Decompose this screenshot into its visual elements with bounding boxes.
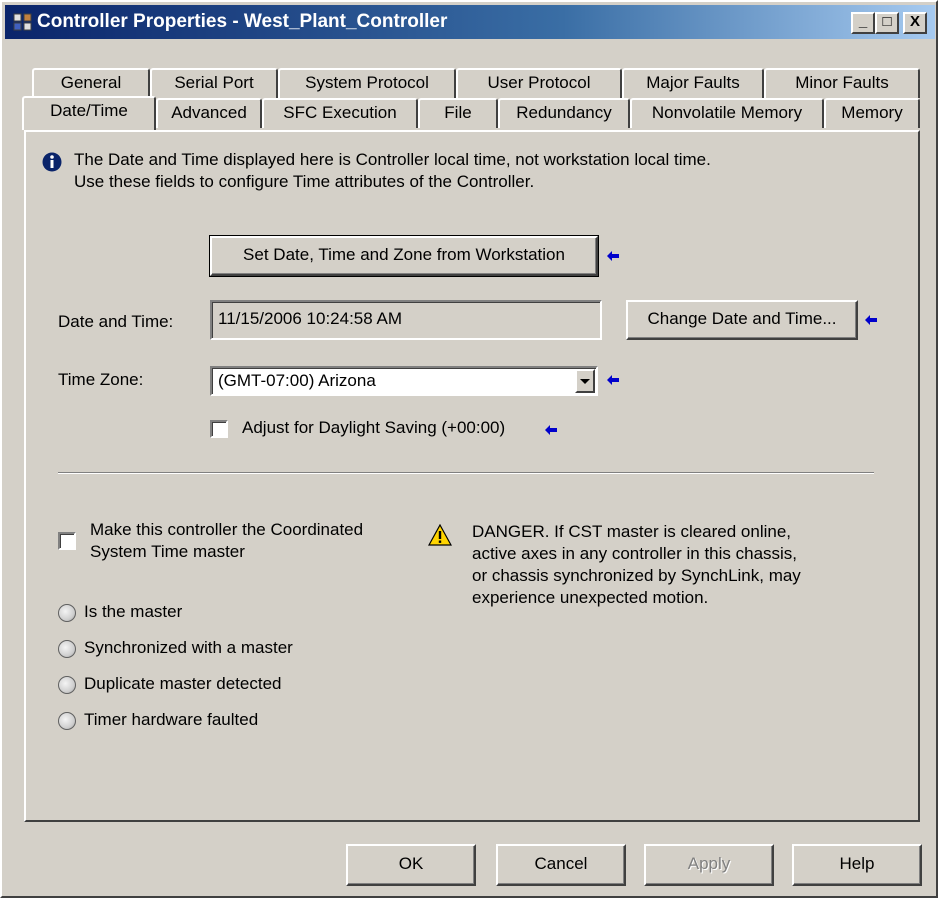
controller-properties-dialog: Controller Properties - West_Plant_Contr… — [0, 0, 938, 898]
date-time-panel: The Date and Time displayed here is Cont… — [24, 130, 920, 822]
danger-text-line3: or chassis synchronized by SynchLink, ma… — [472, 566, 801, 585]
tab-date-time[interactable]: Date/Time — [22, 96, 156, 130]
synchronized-indicator — [58, 640, 76, 658]
date-time-label: Date and Time: — [58, 312, 174, 331]
tab-sfc-execution[interactable]: SFC Execution — [262, 98, 418, 128]
apply-button[interactable]: Apply — [644, 844, 774, 886]
minimize-button[interactable]: _ — [851, 12, 875, 34]
daylight-saving-label: Adjust for Daylight Saving (+00:00) — [242, 418, 506, 437]
cst-master-label-line1: Make this controller the Coordinated — [90, 520, 364, 539]
time-zone-select[interactable]: (GMT-07:00) Arizona — [210, 366, 598, 396]
help-button[interactable]: Help — [792, 844, 922, 886]
synchronized-label: Synchronized with a master — [84, 638, 293, 657]
tab-memory[interactable]: Memory — [824, 98, 920, 128]
cst-master-label-line2: System Time master — [90, 542, 245, 561]
info-icon — [42, 152, 62, 172]
pointer-arrow-icon — [865, 315, 877, 325]
pointer-arrow-icon — [607, 251, 619, 261]
duplicate-master-indicator — [58, 676, 76, 694]
set-from-workstation-button[interactable]: Set Date, Time and Zone from Workstation — [209, 235, 599, 277]
tab-serial-port[interactable]: Serial Port — [150, 68, 278, 98]
tab-file[interactable]: File — [418, 98, 498, 128]
timer-faulted-indicator — [58, 712, 76, 730]
tab-advanced[interactable]: Advanced — [156, 98, 262, 128]
separator — [58, 472, 874, 474]
tab-row-front: Date/Time Advanced SFC Execution File Re… — [22, 96, 920, 130]
is-master-label: Is the master — [84, 602, 183, 621]
timer-faulted-label: Timer hardware faulted — [84, 710, 259, 729]
time-zone-label: Time Zone: — [58, 370, 144, 389]
cst-master-checkbox[interactable] — [58, 532, 76, 550]
tab-nonvolatile-memory[interactable]: Nonvolatile Memory — [630, 98, 824, 128]
info-text-line1: The Date and Time displayed here is Cont… — [74, 150, 711, 169]
tab-major-faults[interactable]: Major Faults — [622, 68, 764, 98]
chevron-down-icon — [580, 379, 590, 384]
tab-general[interactable]: General — [32, 68, 150, 98]
controller-app-icon — [13, 13, 32, 31]
duplicate-master-label: Duplicate master detected — [84, 674, 282, 693]
pointer-arrow-icon — [607, 375, 619, 385]
daylight-saving-checkbox[interactable] — [210, 420, 228, 438]
warning-icon — [428, 524, 452, 546]
ok-button[interactable]: OK — [346, 844, 476, 886]
info-text-line2: Use these fields to configure Time attri… — [74, 172, 535, 191]
tab-minor-faults[interactable]: Minor Faults — [764, 68, 920, 98]
tab-redundancy[interactable]: Redundancy — [498, 98, 630, 128]
danger-text-line1: DANGER. If CST master is cleared online, — [472, 522, 792, 541]
cancel-button[interactable]: Cancel — [496, 844, 626, 886]
danger-text-line2: active axes in any controller in this ch… — [472, 544, 798, 563]
tab-user-protocol[interactable]: User Protocol — [456, 68, 622, 98]
maximize-button[interactable]: □ — [875, 12, 899, 34]
window-title: Controller Properties - West_Plant_Contr… — [37, 11, 448, 32]
dropdown-button[interactable] — [575, 369, 595, 393]
close-button[interactable]: X — [903, 12, 927, 34]
change-date-time-button[interactable]: Change Date and Time... — [626, 300, 858, 340]
title-bar[interactable]: Controller Properties - West_Plant_Contr… — [5, 5, 935, 39]
is-master-indicator — [58, 604, 76, 622]
tab-system-protocol[interactable]: System Protocol — [278, 68, 456, 98]
danger-text-line4: experience unexpected motion. — [472, 588, 709, 607]
tab-row-back: General Serial Port System Protocol User… — [24, 68, 920, 98]
date-time-field: 11/15/2006 10:24:58 AM — [210, 300, 602, 340]
pointer-arrow-icon — [545, 425, 557, 435]
